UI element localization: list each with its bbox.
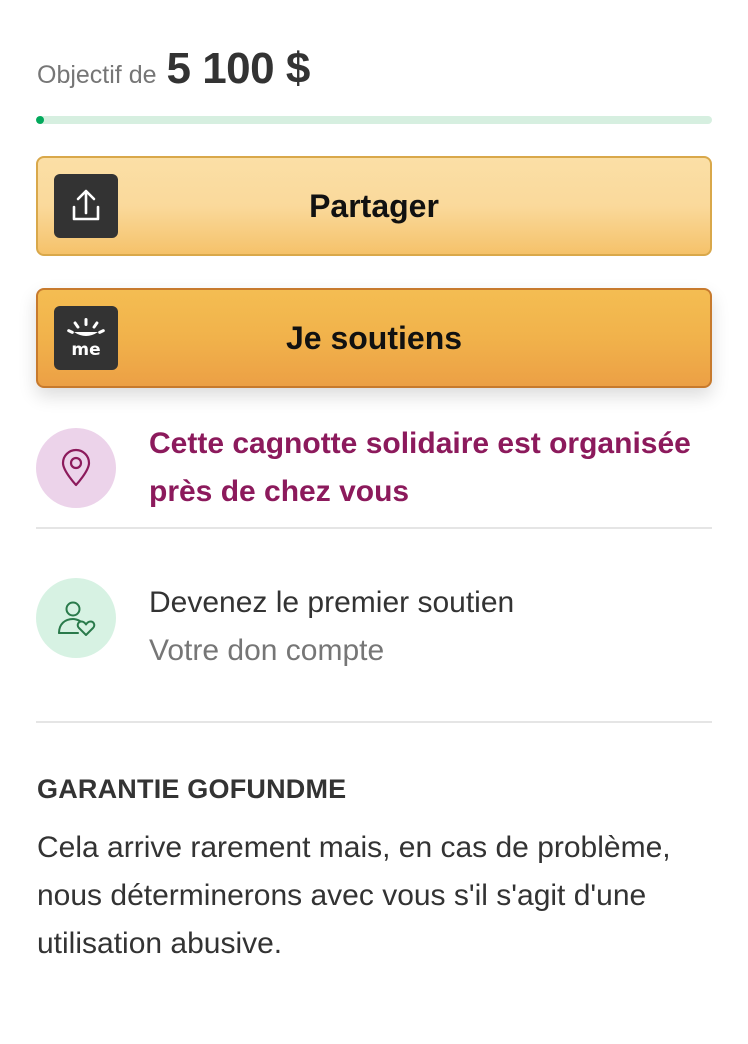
fundraiser-sidebar: Objectif de 5 100 $ Partager me Je souti… [0,0,748,1044]
goal-label: Objectif de [37,61,157,89]
share-button-label: Partager [309,187,439,224]
divider [36,527,712,529]
progress-bar [36,116,712,124]
first-supporter-subtitle: Votre don compte [149,634,385,667]
share-upload-icon [54,174,118,238]
share-button[interactable]: Partager [36,156,712,256]
local-fundraiser-text: Cette cagnotte solidaire est organisée p… [149,427,691,508]
goal-summary: Objectif de 5 100 $ [37,44,310,94]
divider [36,721,712,723]
first-supporter-title: Devenez le premier soutien [149,586,515,619]
first-supporter-prompt: Devenez le premier soutien Votre don com… [36,578,712,678]
local-fundraiser-notice: Cette cagnotte solidaire est organisée p… [36,420,712,516]
location-pin-icon [36,428,116,508]
person-heart-icon [36,578,116,658]
donate-button[interactable]: me Je soutiens [36,288,712,388]
progress-fill [36,116,44,124]
goal-amount: 5 100 $ [166,44,311,93]
guarantee-title: GARANTIE GOFUNDME [37,774,347,804]
donate-button-label: Je soutiens [285,319,463,356]
guarantee-body: Cela arrive rarement mais, en cas de pro… [37,831,671,960]
svg-text:me: me [71,340,100,360]
gofundme-me-logo-icon: me [54,306,118,370]
